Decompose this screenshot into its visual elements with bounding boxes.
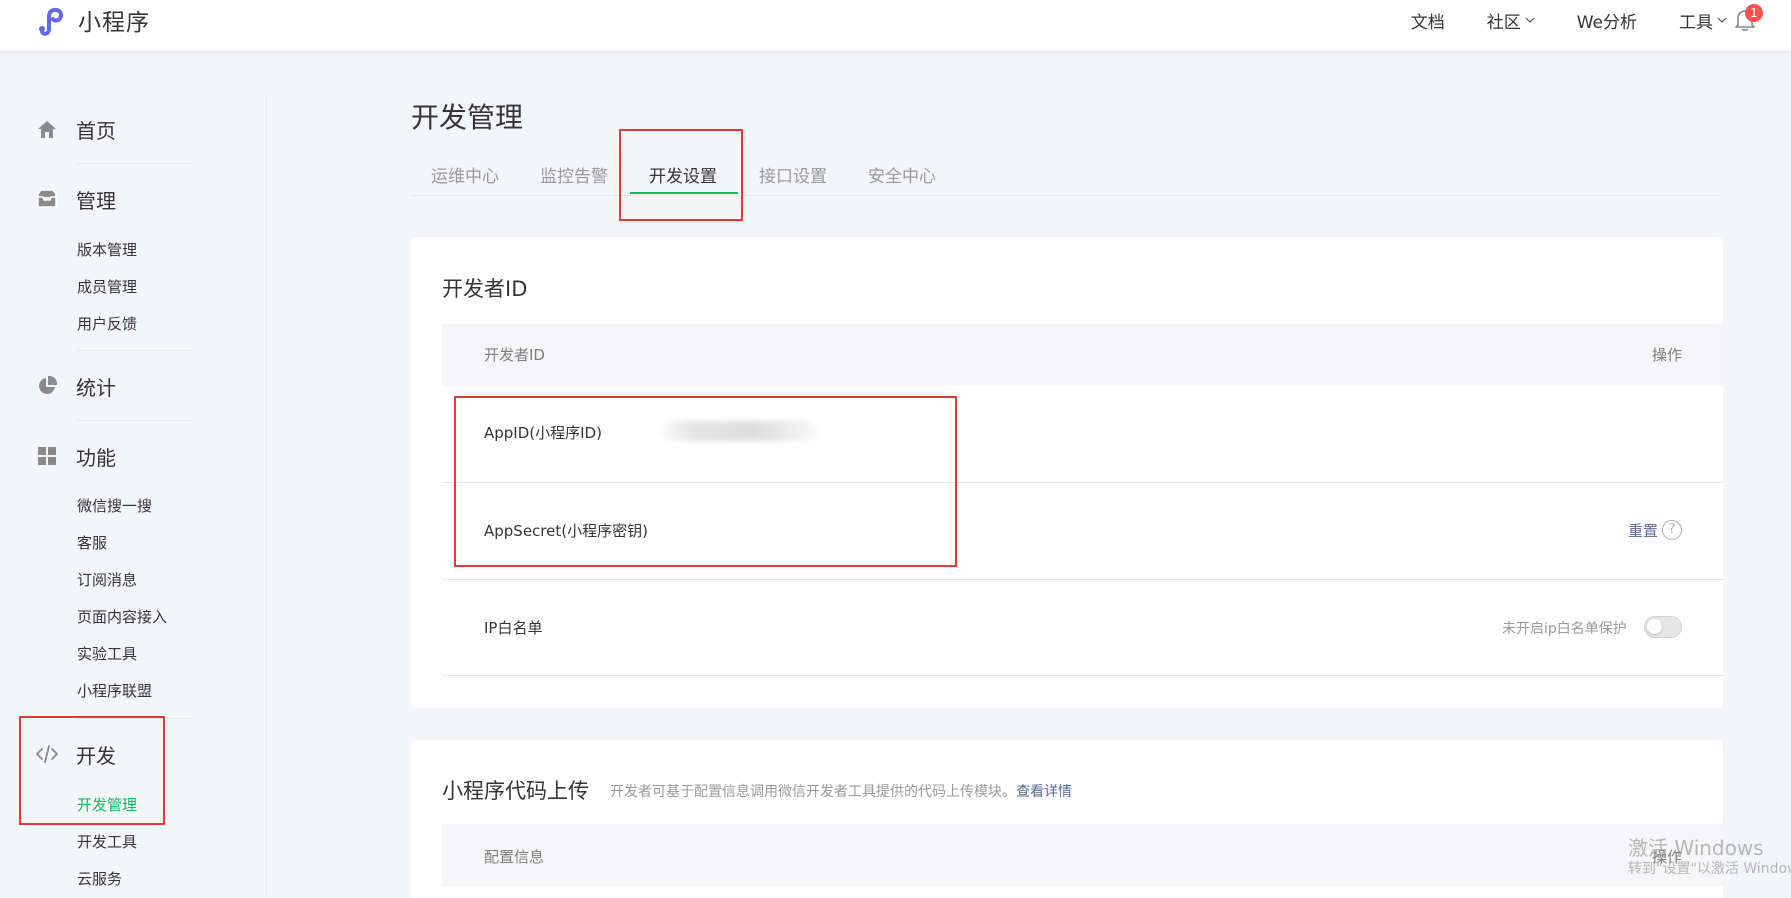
help-icon[interactable]: ? [1662, 520, 1682, 540]
nav-community[interactable]: 社区 [1487, 8, 1535, 33]
ip-whitelist-status: 未开启ip白名单保护 [1502, 621, 1627, 637]
sidebar-home-label: 首页 [76, 118, 116, 143]
sidebar-divider [77, 420, 192, 421]
table-row-divider [442, 579, 1723, 580]
developer-id-title: 开发者ID [442, 277, 528, 301]
home-icon [36, 118, 58, 140]
highlight-box-credentials [454, 396, 957, 567]
sidebar-item-stats[interactable]: 统计 [36, 371, 116, 401]
nav-tools-label: 工具 [1679, 12, 1713, 33]
sidebar-item-alliance[interactable]: 小程序联盟 [77, 680, 152, 702]
sidebar-item-page-content[interactable]: 页面内容接入 [77, 606, 167, 628]
page-title: 开发管理 [411, 101, 524, 134]
logo[interactable]: 小程序 [36, 4, 150, 36]
sidebar-item-cloud[interactable]: 云服务 [77, 868, 122, 890]
sidebar-item-customer-service[interactable]: 客服 [77, 532, 107, 554]
nav-we-analysis-label: We分析 [1576, 12, 1637, 33]
sidebar-item-dev-tools[interactable]: 开发工具 [77, 831, 137, 853]
view-details-link[interactable]: 查看详情 [1016, 784, 1072, 800]
table-row-divider [442, 675, 1723, 676]
config-col-header: 配置信息 [484, 848, 545, 866]
sidebar-item-home[interactable]: 首页 [36, 114, 116, 144]
action-col-header: 操作 [1652, 346, 1683, 364]
miniprogram-logo-icon [39, 7, 64, 36]
nav-community-label: 社区 [1486, 12, 1521, 33]
code-upload-desc: 开发者可基于配置信息调用微信开发者工具提供的代码上传模块。查看详情 [610, 781, 1072, 801]
code-upload-desc-text: 开发者可基于配置信息调用微信开发者工具提供的代码上传模块。 [610, 784, 1016, 800]
highlight-box-tab [619, 129, 743, 221]
code-upload-title: 小程序代码上传 [442, 779, 589, 803]
nav-docs-label: 文档 [1410, 12, 1445, 33]
nav-we-analysis[interactable]: We分析 [1577, 8, 1637, 33]
sidebar-item-version[interactable]: 版本管理 [77, 239, 137, 261]
sidebar-item-members[interactable]: 成员管理 [77, 276, 137, 298]
sidebar-item-subscribe-msg[interactable]: 订阅消息 [77, 569, 137, 591]
sidebar-divider [266, 94, 267, 898]
windows-watermark-subtitle: 转到"设置"以激活 Windows。 [1628, 861, 1791, 877]
windows-watermark-title: 激活 Windows [1628, 836, 1764, 860]
chevron-down-icon [1525, 17, 1535, 23]
chevron-down-icon [1717, 17, 1727, 23]
tab-api-settings[interactable]: 接口设置 [759, 162, 827, 187]
ip-whitelist-label: IP白名单 [484, 619, 543, 637]
logo-text: 小程序 [78, 10, 150, 36]
inbox-icon [36, 188, 58, 210]
sidebar-item-wechat-search[interactable]: 微信搜一搜 [77, 495, 152, 517]
nav-docs[interactable]: 文档 [1411, 8, 1445, 33]
sidebar-features-label: 功能 [76, 445, 116, 470]
nav-tools[interactable]: 工具 [1679, 8, 1727, 33]
sidebar-divider [77, 163, 192, 164]
config-table-header [442, 824, 1723, 886]
top-header: 小程序 文档 社区 We分析 工具 1 [0, 0, 1791, 52]
ip-whitelist-toggle[interactable] [1644, 616, 1682, 638]
sidebar-item-features[interactable]: 功能 [36, 441, 116, 471]
developer-id-col-header: 开发者ID [484, 346, 545, 364]
sidebar-divider [77, 350, 192, 351]
tab-monitor-alert[interactable]: 监控告警 [540, 162, 608, 187]
toggle-knob [1647, 619, 1662, 634]
appsecret-reset-link[interactable]: 重置 [1628, 520, 1658, 541]
tab-security-center[interactable]: 安全中心 [868, 162, 936, 187]
sidebar-manage-label: 管理 [76, 188, 116, 213]
tab-ops-center[interactable]: 运维中心 [431, 162, 499, 187]
sidebar-item-manage[interactable]: 管理 [36, 184, 116, 214]
pie-chart-icon [36, 375, 58, 397]
sidebar-item-experiment[interactable]: 实验工具 [77, 643, 137, 665]
notification-badge: 1 [1745, 4, 1763, 22]
grid-icon [36, 445, 58, 467]
developer-id-table-header [442, 324, 1723, 386]
sidebar-stats-label: 统计 [76, 375, 116, 400]
sidebar-item-feedback[interactable]: 用户反馈 [77, 313, 137, 335]
highlight-box-sidebar [19, 716, 165, 825]
